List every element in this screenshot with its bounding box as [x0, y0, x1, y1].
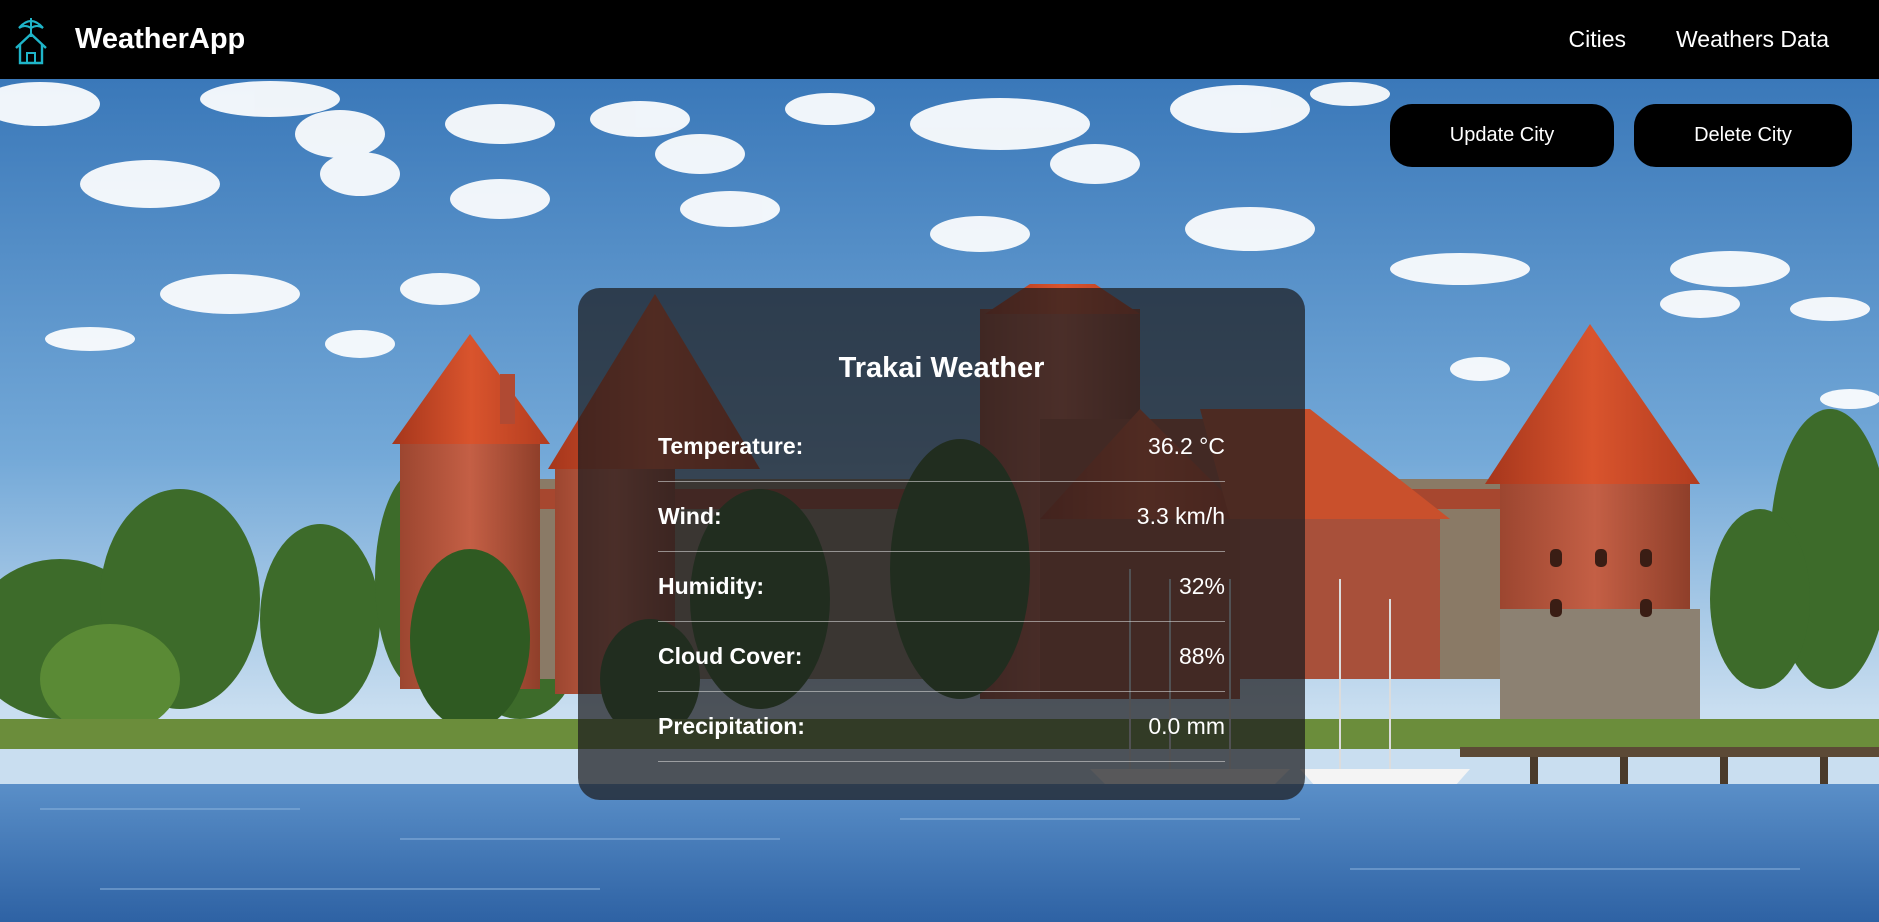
weather-label: Temperature: [658, 433, 804, 459]
nav-link-cities[interactable]: Cities [1569, 26, 1627, 53]
weather-label: Precipitation: [658, 713, 805, 739]
weather-value: 3.3 km/h [1136, 503, 1225, 529]
weather-label: Humidity: [658, 573, 765, 599]
weather-row-humidity: Humidity: 32% [658, 552, 1225, 622]
nav-links: Cities Weathers Data [1519, 26, 1830, 53]
weather-row-cloud-cover: Cloud Cover: 88% [658, 622, 1225, 692]
city-actions: Update City Delete City [1390, 104, 1852, 167]
weather-row-temperature: Temperature: 36.2 °C [658, 412, 1225, 482]
nav-link-weathers-data[interactable]: Weathers Data [1676, 26, 1829, 53]
brand[interactable]: WeatherApp [14, 15, 245, 65]
weather-card-title: Trakai Weather [838, 352, 1045, 384]
weather-value: 32% [1178, 573, 1225, 599]
weather-value: 0.0 mm [1148, 713, 1225, 739]
weather-row-wind: Wind: 3.3 km/h [658, 482, 1225, 552]
weather-value: 88% [1178, 643, 1225, 669]
navbar: WeatherApp Cities Weathers Data [0, 0, 1879, 79]
weather-details: Temperature: 36.2 °C Wind: 3.3 km/h Humi… [658, 412, 1225, 762]
weather-label: Cloud Cover: [658, 643, 803, 669]
weather-card: Trakai Weather Temperature: 36.2 °C Wind… [578, 288, 1305, 800]
delete-city-button[interactable]: Delete City [1634, 104, 1852, 167]
update-city-button[interactable]: Update City [1390, 104, 1614, 167]
app-title: WeatherApp [75, 23, 246, 55]
weather-label: Wind: [658, 503, 722, 529]
weather-row-precipitation: Precipitation: 0.0 mm [658, 692, 1225, 762]
umbrella-house-icon [15, 17, 47, 64]
weather-value: 36.2 °C [1148, 433, 1225, 459]
